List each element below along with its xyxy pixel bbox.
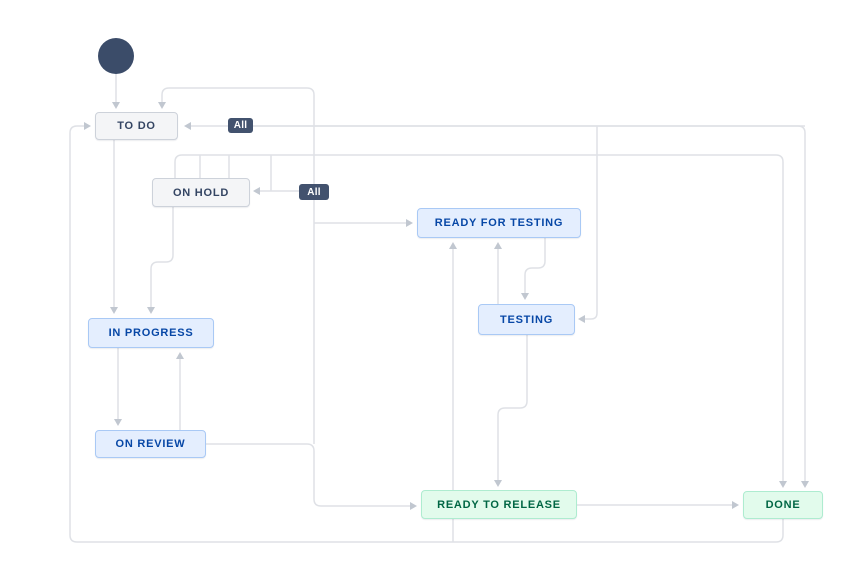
status-node-on-review[interactable]: ON REVIEW	[95, 430, 206, 458]
status-node-ready-for-testing[interactable]: READY FOR TESTING	[417, 208, 581, 238]
transition-connector[interactable]	[158, 88, 314, 444]
transition-line	[206, 444, 410, 506]
arrowhead-icon	[84, 122, 91, 130]
transition-connector[interactable]	[253, 187, 300, 195]
status-node-on-hold[interactable]: ON HOLD	[152, 178, 250, 207]
status-node-in-progress[interactable]: IN PROGRESS	[88, 318, 214, 348]
arrowhead-icon	[114, 419, 122, 426]
transition-line	[525, 238, 545, 293]
transition-connector[interactable]	[314, 219, 413, 227]
transition-connector[interactable]	[577, 501, 739, 509]
arrowhead-icon	[801, 481, 809, 488]
status-node-done[interactable]: DONE	[743, 491, 823, 519]
transition-connector[interactable]	[114, 348, 122, 426]
arrowhead-icon	[253, 187, 260, 195]
arrowhead-icon	[494, 242, 502, 249]
arrowhead-icon	[110, 307, 118, 314]
arrowhead-icon	[578, 315, 585, 323]
arrowhead-icon	[158, 102, 166, 109]
arrowhead-icon	[494, 480, 502, 487]
arrowhead-icon	[176, 352, 184, 359]
status-node-to-do[interactable]: TO DO	[95, 112, 178, 140]
arrowhead-icon	[184, 122, 191, 130]
arrowhead-icon	[449, 242, 457, 249]
arrowhead-icon	[779, 481, 787, 488]
transition-connector[interactable]	[147, 207, 173, 314]
transition-connector[interactable]	[176, 352, 184, 430]
arrowhead-icon	[521, 293, 529, 300]
transition-line	[151, 207, 173, 307]
initial-status-node[interactable]	[98, 38, 134, 74]
arrowhead-icon	[406, 219, 413, 227]
status-node-ready-to-release[interactable]: READY TO RELEASE	[421, 490, 577, 519]
arrowhead-icon	[732, 501, 739, 509]
all-transition-badge[interactable]: All	[299, 184, 329, 200]
transition-connector[interactable]	[206, 444, 417, 510]
workflow-canvas: TO DO ON HOLD READY FOR TESTING TESTING IN P…	[0, 0, 861, 586]
transition-line	[162, 88, 314, 444]
transition-connector[interactable]	[521, 238, 545, 300]
transition-line	[498, 335, 527, 480]
transition-connector[interactable]	[494, 335, 527, 487]
transition-connector[interactable]	[110, 140, 118, 314]
status-node-testing[interactable]: TESTING	[478, 304, 575, 335]
all-transition-badge[interactable]: All	[228, 118, 253, 133]
transition-connector[interactable]	[494, 242, 502, 304]
transition-connector[interactable]	[112, 74, 120, 109]
arrowhead-icon	[112, 102, 120, 109]
arrowhead-icon	[410, 502, 417, 510]
arrowhead-icon	[147, 307, 155, 314]
